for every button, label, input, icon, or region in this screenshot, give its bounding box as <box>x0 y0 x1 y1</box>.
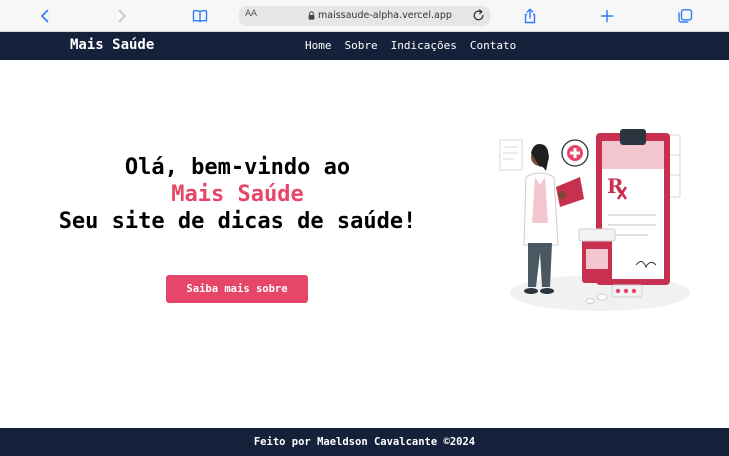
lock-icon <box>308 11 315 20</box>
nav-link-contato[interactable]: Contato <box>470 39 516 52</box>
share-icon[interactable] <box>522 8 538 24</box>
chevron-right-icon[interactable] <box>114 8 130 24</box>
hero-heading: Olá, bem-vindo ao Mais Saúde Seu site de… <box>30 154 445 235</box>
url-text: maissaude-alpha.vercel.app <box>318 10 452 21</box>
site-navbar: Mais Saúde Home Sobre Indicações Contato <box>0 32 729 60</box>
chevron-left-icon[interactable] <box>37 8 53 24</box>
footer-credit: Feito por Maeldson Cavalcante ©2024 <box>253 436 476 448</box>
plus-icon[interactable] <box>599 8 615 24</box>
hero-tagline: Seu site de dicas de saúde! <box>58 209 417 234</box>
site-footer: Feito por Maeldson Cavalcante ©2024 <box>0 428 729 456</box>
book-icon[interactable] <box>192 8 208 24</box>
browser-toolbar: AA maissaude-alpha.vercel.app <box>0 0 729 32</box>
brand-logo-text[interactable]: Mais Saúde <box>70 37 154 53</box>
nav-link-home[interactable]: Home <box>305 39 332 52</box>
hero-greeting: Olá, bem-vindo ao <box>124 155 351 180</box>
nav-links: Home Sobre Indicações Contato <box>305 39 516 52</box>
nav-link-indicacoes[interactable]: Indicações <box>391 39 457 52</box>
nav-link-sobre[interactable]: Sobre <box>345 39 378 52</box>
doctor-illustration: R <box>499 129 690 311</box>
tabs-icon[interactable] <box>677 8 693 24</box>
learn-more-button[interactable]: Saiba mais sobre <box>166 275 308 303</box>
reload-icon[interactable] <box>472 9 485 22</box>
hero-brand-name: Mais Saúde <box>171 182 304 207</box>
address-bar[interactable]: AA maissaude-alpha.vercel.app <box>239 6 490 26</box>
reader-mode-button[interactable]: AA <box>245 9 257 19</box>
